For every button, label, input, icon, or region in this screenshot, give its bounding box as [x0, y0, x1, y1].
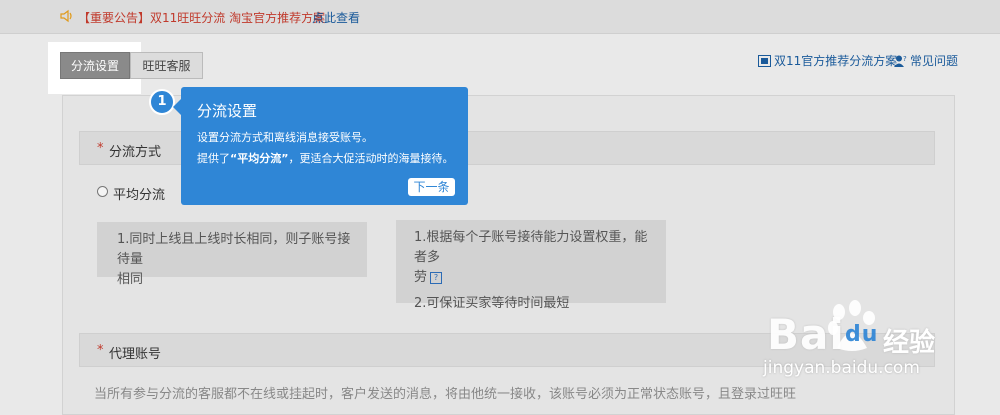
tooltip-line-1: 设置分流方式和离线消息接受账号。: [197, 131, 373, 144]
notice-link[interactable]: 点此查看: [312, 9, 360, 26]
faq-label: 常见问题: [910, 54, 959, 68]
tooltip-line-2-prefix: 提供了: [197, 152, 230, 165]
notice-tag: 【重要公告】: [78, 11, 151, 25]
user-help-icon: ?: [894, 55, 907, 67]
tooltip-line-2-bold: “平均分流”: [230, 152, 289, 165]
next-button[interactable]: 下一条: [408, 178, 455, 196]
help-icon[interactable]: ?: [430, 272, 443, 284]
desc-line: 1.根据每个子账号接待能力设置权重，能者多: [414, 230, 648, 265]
watermark-logo-du: du: [845, 322, 879, 347]
watermark-cn-text: 经验: [883, 328, 936, 358]
average-shunt-description: 1.同时上线且上线时长相同，则子账号接待量 相同: [97, 222, 367, 287]
desc-line: 相同: [117, 272, 144, 287]
desc-line: 1.同时上线且上线时长相同，则子账号接待量: [117, 232, 351, 267]
speaker-icon: [60, 9, 72, 23]
step-badge: 1: [149, 89, 175, 115]
weighted-shunt-description: 1.根据每个子账号接待能力设置权重，能者多 劳? 2.可保证买家等待时间最短: [396, 220, 666, 311]
agent-account-description: 当所有参与分流的客服都不在线或挂起时，客户发送的消息，将由他统一接收，该账号必须…: [94, 387, 797, 402]
tooltip-title: 分流设置: [197, 102, 258, 120]
baidu-watermark: Bai du 经验: [765, 300, 955, 360]
notice-message: 双11旺旺分流 淘宝官方推荐方案: [150, 11, 326, 25]
required-mark: *: [97, 343, 104, 358]
watermark-url: jingyan.baidu.com: [763, 358, 920, 378]
tab-shunt-settings[interactable]: 分流设置: [60, 52, 130, 79]
film-icon: [758, 55, 771, 67]
tooltip-line-2: 提供了“平均分流”，更适合大促活动时的海量接待。: [197, 150, 453, 166]
tooltip-line-2-suffix: ，更适合大促活动时的海量接待。: [288, 152, 454, 165]
average-shunt-label: 平均分流: [113, 188, 166, 203]
tab-wangwang-service[interactable]: 旺旺客服: [130, 52, 203, 79]
section-label: 分流方式: [109, 145, 162, 160]
required-mark: *: [97, 141, 104, 156]
recommended-plan-label: 双11官方推荐分流方案: [774, 54, 898, 68]
section-label: 代理账号: [109, 347, 162, 362]
faq-link[interactable]: ? 常见问题: [894, 52, 958, 69]
average-shunt-radio[interactable]: [97, 186, 108, 197]
desc-line: 劳: [414, 270, 428, 285]
desc-line: 2.可保证买家等待时间最短: [414, 296, 570, 311]
notice-bar: 【重要公告】 双11旺旺分流 淘宝官方推荐方案 点此查看: [0, 0, 1000, 34]
recommended-plan-link[interactable]: 双11官方推荐分流方案: [758, 52, 897, 69]
tooltip-arrow: [173, 99, 181, 115]
guide-tooltip: 分流设置 设置分流方式和离线消息接受账号。 提供了“平均分流”，更适合大促活动时…: [173, 87, 468, 205]
svg-text:?: ?: [903, 55, 907, 63]
